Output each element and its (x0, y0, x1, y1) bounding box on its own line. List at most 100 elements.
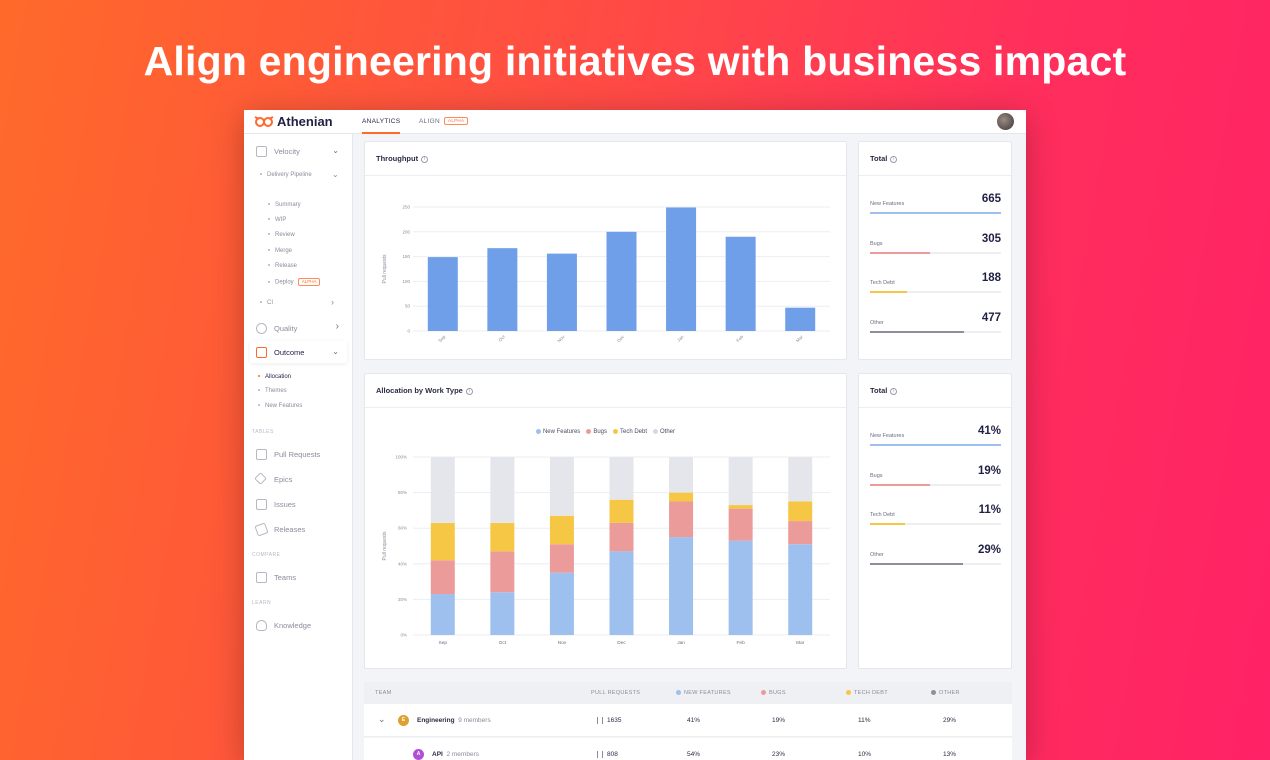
progress-fill (870, 523, 906, 525)
sidebar-item-teams[interactable]: Teams (244, 572, 353, 586)
sidebar-item-review[interactable]: Review (268, 232, 295, 238)
legend-item[interactable]: New Features (535, 429, 580, 435)
sidebar-item-deploy[interactable]: Deploy ALPHA (268, 278, 321, 286)
total-value: 29% (977, 543, 1001, 556)
column-header-other[interactable]: OTHER (931, 690, 960, 696)
tag-icon (254, 522, 269, 537)
sidebar-item-delivery-pipeline[interactable]: Delivery Pipeline (260, 172, 312, 178)
total-value: 41% (977, 425, 1001, 437)
total-label: Other (870, 551, 884, 558)
allocation-legend: New Features Bugs Tech Debt Other (365, 429, 846, 435)
sidebar-item-ci[interactable]: CI (260, 300, 273, 306)
column-header-pull-requests[interactable]: PULL REQUESTS (591, 690, 640, 696)
total-title: Total i (870, 386, 898, 395)
y-tick-label: 150 (402, 254, 410, 259)
x-tick-label: Nov (556, 334, 566, 344)
y-tick-label: 60% (398, 526, 407, 531)
team-members: 9 members (458, 717, 491, 724)
stacked-bar-segment (728, 540, 753, 635)
logo[interactable]: Athenian (254, 114, 333, 129)
tab-analytics[interactable]: ANALYTICS (362, 110, 401, 134)
teams-icon (256, 572, 267, 583)
throughput-bar (427, 257, 458, 331)
bullet-icon (268, 264, 270, 267)
user-avatar[interactable] (997, 113, 1014, 130)
sidebar-item-quality[interactable]: Quality › (244, 321, 353, 337)
x-tick-label: Oct (499, 640, 507, 646)
bugs-cell: 19% (772, 717, 786, 724)
sidebar-item-new-features[interactable]: New Features (258, 403, 302, 409)
pull-request-icon (256, 449, 267, 460)
tech-debt-cell: 10% (858, 751, 872, 758)
legend-item[interactable]: Bugs (586, 429, 607, 435)
stacked-bar-segment (430, 560, 455, 595)
chevron-down-icon: ⌄ (332, 347, 339, 356)
team-name: Engineering 9 members (417, 717, 491, 724)
sidebar-item-releases[interactable]: Releases (244, 522, 353, 538)
sidebar-item-summary[interactable]: Summary (268, 202, 301, 208)
info-icon[interactable]: i (465, 387, 473, 395)
column-header-label: OTHER (939, 690, 960, 696)
info-icon[interactable]: i (890, 155, 898, 163)
info-icon[interactable]: i (421, 155, 429, 163)
column-header-team[interactable]: TEAM (375, 690, 391, 696)
total-value: 188 (981, 272, 1001, 284)
table-row[interactable]: A API 2 members 808 54% 23% 10% 13% (364, 738, 1012, 760)
sidebar-item-release[interactable]: Release (268, 263, 297, 269)
y-axis-label: Pull requests (382, 531, 388, 560)
legend-label: Bugs (593, 429, 607, 436)
card-divider (859, 407, 1011, 408)
table-row[interactable]: ⌄ E Engineering 9 members 1635 41% 19% 1… (364, 704, 1012, 737)
stacked-bar-segment (490, 457, 515, 523)
chevron-down-icon[interactable]: ⌄ (378, 714, 386, 725)
card-title-text: Allocation by Work Type (376, 386, 463, 395)
bullet-icon (268, 218, 270, 221)
column-header-bugs[interactable]: BUGS (761, 690, 786, 696)
pull-requests-count: 1635 (597, 717, 621, 724)
team-name: API 2 members (432, 751, 479, 758)
info-icon[interactable]: i (890, 387, 898, 395)
stacked-bar-segment (609, 499, 634, 523)
bugs-cell: 23% (772, 751, 786, 758)
column-header-new-features[interactable]: NEW FEATURES (676, 690, 731, 696)
teams-table-header: TEAM PULL REQUESTS NEW FEATURES BUGS TEC… (364, 682, 1012, 704)
stacked-bar-segment (549, 544, 574, 573)
team-name-text: Engineering (417, 717, 455, 724)
tab-align[interactable]: ALIGN ALPHA (419, 110, 469, 134)
throughput-bar (546, 253, 577, 331)
y-tick-label: 20% (398, 597, 407, 602)
stacked-bar-segment (728, 508, 753, 541)
sidebar-item-velocity[interactable]: Velocity ⌄ (244, 146, 353, 160)
sidebar-item-knowledge[interactable]: Knowledge (244, 620, 353, 634)
legend-swatch (846, 690, 851, 696)
sidebar-item-outcome[interactable]: Outcome ⌄ (244, 347, 353, 361)
sidebar-item-label: Delivery Pipeline (267, 172, 312, 178)
sidebar-item-wip[interactable]: WIP (268, 217, 286, 223)
sidebar-item-issues[interactable]: Issues (244, 499, 353, 513)
legend-label: Tech Debt (620, 429, 648, 436)
progress-fill (870, 291, 907, 293)
chevron-down-icon[interactable]: ⌄ (332, 170, 339, 179)
sidebar-item-merge[interactable]: Merge (268, 248, 292, 254)
legend-swatch (613, 429, 618, 434)
column-header-label: TECH DEBT (854, 690, 888, 696)
team-members: 2 members (446, 751, 479, 758)
total-label: Other (870, 319, 884, 326)
sidebar-item-themes[interactable]: Themes (258, 388, 287, 394)
sidebar-item-pull-requests[interactable]: Pull Requests (244, 449, 353, 463)
x-tick-label: Jan (677, 640, 685, 646)
column-header-tech-debt[interactable]: TECH DEBT (846, 690, 888, 696)
legend-swatch (931, 690, 936, 696)
sidebar-item-epics[interactable]: Epics (244, 472, 353, 488)
section-tables-label: TABLES (252, 429, 274, 435)
chevron-right-icon[interactable]: › (331, 297, 334, 307)
legend-item[interactable]: Tech Debt (613, 429, 647, 435)
total-label: Tech Debt (870, 512, 895, 518)
new-features-cell: 41% (687, 717, 701, 724)
y-tick-label: 100 (402, 279, 410, 284)
legend-swatch (653, 429, 659, 434)
sidebar-item-label: Deploy (275, 279, 294, 286)
legend-item[interactable]: Other (653, 429, 675, 435)
legend-swatch (535, 429, 541, 434)
sidebar-item-allocation[interactable]: Allocation (258, 373, 347, 381)
